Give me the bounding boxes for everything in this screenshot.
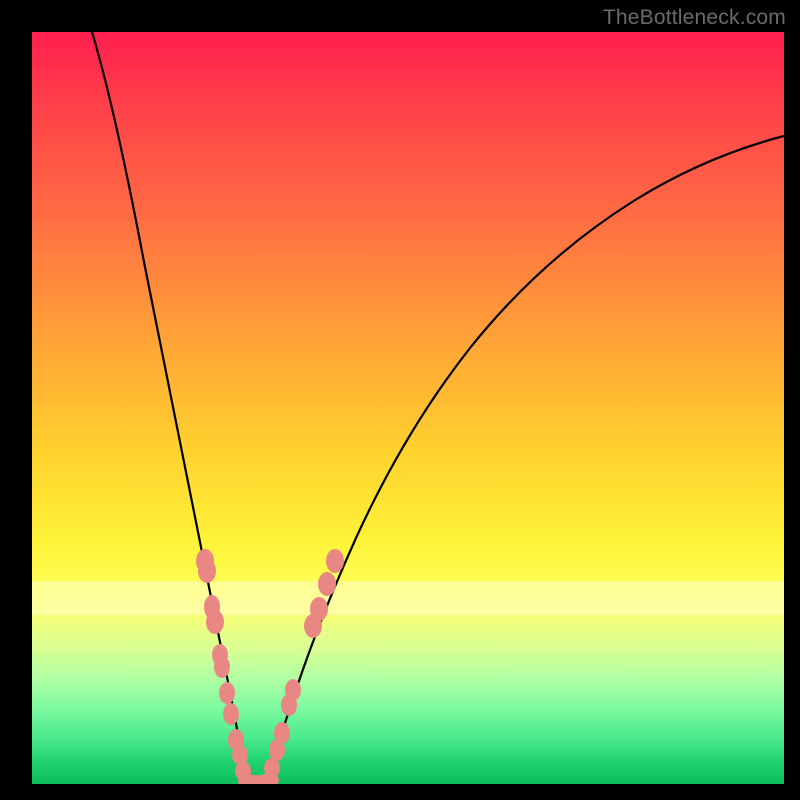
right-curve-group — [264, 136, 784, 782]
plot-area — [32, 32, 784, 784]
chart-svg — [32, 32, 784, 784]
right-curve — [264, 136, 784, 782]
marker-blobs — [196, 549, 344, 784]
watermark-text: TheBottleneck.com — [603, 6, 786, 30]
outer-frame: TheBottleneck.com — [0, 0, 800, 800]
